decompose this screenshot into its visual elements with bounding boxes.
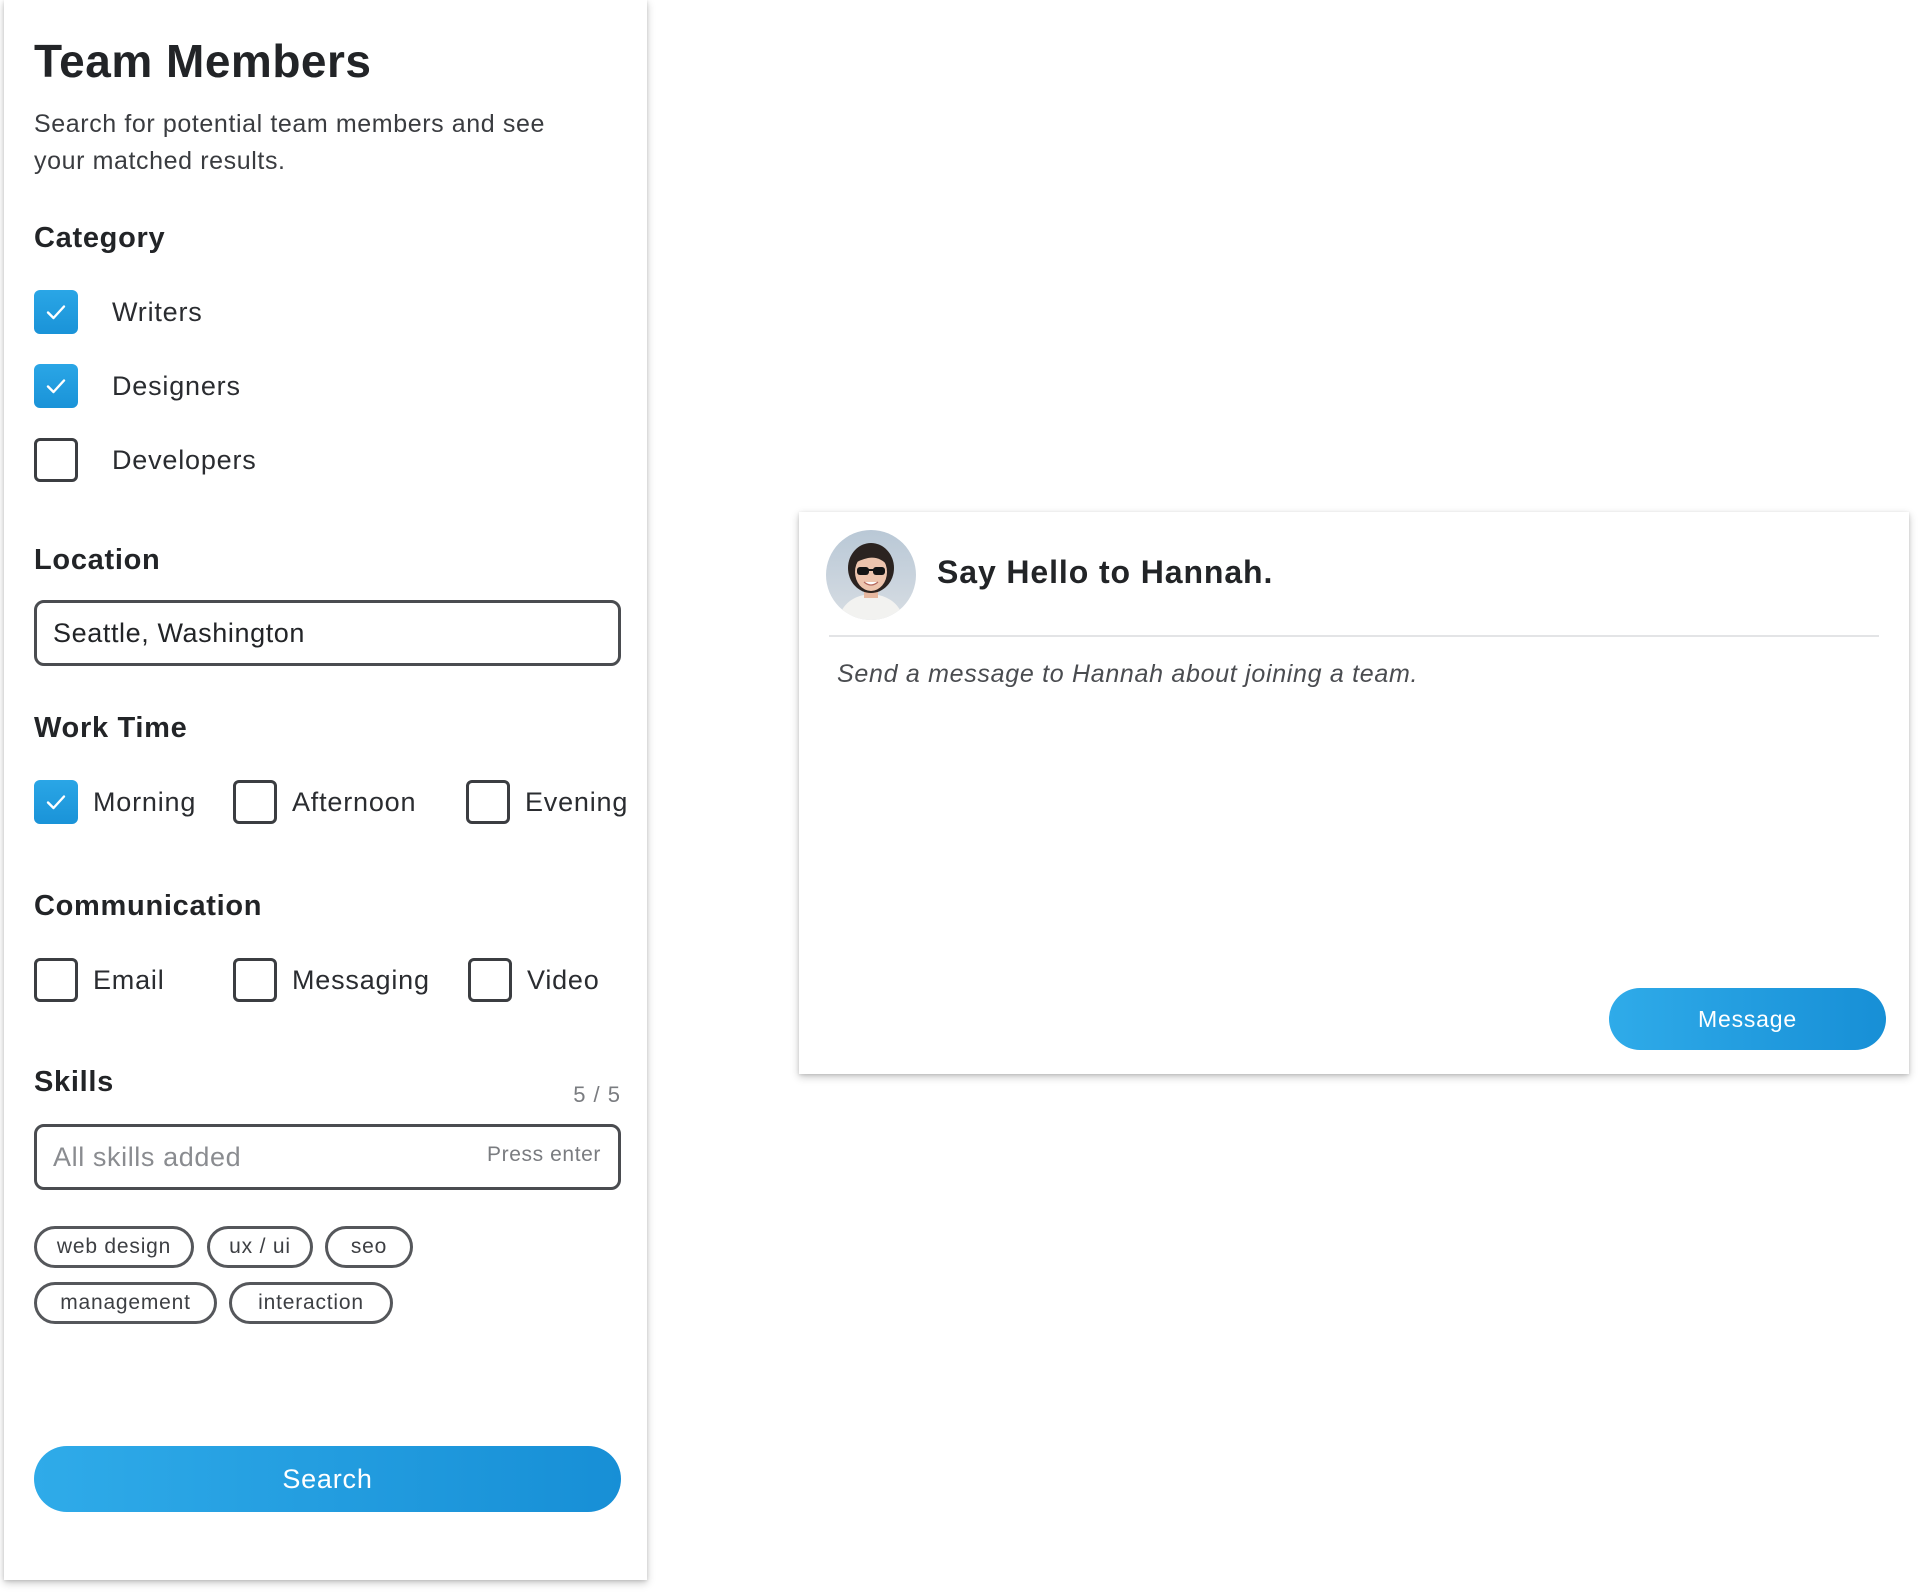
checkbox[interactable] <box>468 958 512 1002</box>
checkbox-label: Developers <box>112 444 257 475</box>
search-button[interactable]: Search <box>34 1446 621 1512</box>
avatar <box>826 530 916 620</box>
checkbox[interactable] <box>34 958 78 1002</box>
checkbox-label: Video <box>527 964 600 995</box>
checkbox-label: Writers <box>112 296 203 327</box>
search-filter-panel: Team Members Search for potential team m… <box>4 0 647 1580</box>
checkbox[interactable] <box>34 364 78 408</box>
message-card: Say Hello to Hannah. Message <box>799 512 1909 1074</box>
checkbox-label: Designers <box>112 370 241 401</box>
skill-tag-seo[interactable]: seo <box>325 1226 413 1268</box>
skills-count: 5 / 5 <box>573 1082 621 1107</box>
checkbox[interactable] <box>233 958 277 1002</box>
message-button[interactable]: Message <box>1609 988 1886 1050</box>
category-option-developers[interactable]: Developers <box>34 438 257 482</box>
communication-option-email[interactable]: Email <box>34 958 165 1002</box>
work-time-option-morning[interactable]: Morning <box>34 780 196 824</box>
communication-option-video[interactable]: Video <box>468 958 600 1002</box>
location-label: Location <box>34 544 161 576</box>
skill-tag-interaction[interactable]: interaction <box>229 1282 393 1324</box>
skills-label: Skills <box>34 1066 114 1098</box>
communication-label: Communication <box>34 890 263 922</box>
checkbox[interactable] <box>34 290 78 334</box>
press-enter-hint: Press enter <box>487 1143 601 1166</box>
divider <box>829 635 1879 637</box>
category-option-writers[interactable]: Writers <box>34 290 203 334</box>
work-time-option-evening[interactable]: Evening <box>466 780 628 824</box>
work-time-label: Work Time <box>34 712 188 744</box>
work-time-option-afternoon[interactable]: Afternoon <box>233 780 416 824</box>
checkbox[interactable] <box>34 438 78 482</box>
checkbox-label: Email <box>93 964 165 995</box>
category-option-designers[interactable]: Designers <box>34 364 241 408</box>
panel-title: Team Members <box>34 35 372 87</box>
location-input[interactable] <box>34 600 621 666</box>
checkbox[interactable] <box>233 780 277 824</box>
card-title: Say Hello to Hannah. <box>937 554 1274 590</box>
checkbox-label: Afternoon <box>292 786 417 817</box>
message-textarea[interactable] <box>829 652 1879 972</box>
checkbox-label: Morning <box>93 786 197 817</box>
checkbox-label: Evening <box>525 786 629 817</box>
check-icon <box>46 379 66 394</box>
communication-option-messaging[interactable]: Messaging <box>233 958 430 1002</box>
panel-description: Search for potential team members and se… <box>34 110 545 175</box>
check-icon <box>46 795 66 810</box>
skill-tag-management[interactable]: management <box>34 1282 217 1324</box>
checkbox[interactable] <box>466 780 510 824</box>
skill-tag-web-design[interactable]: web design <box>34 1226 194 1268</box>
skill-tag-ux-ui[interactable]: ux / ui <box>207 1226 313 1268</box>
checkbox-label: Messaging <box>292 964 430 995</box>
check-icon <box>46 305 66 320</box>
category-label: Category <box>34 222 166 254</box>
checkbox[interactable] <box>34 780 78 824</box>
